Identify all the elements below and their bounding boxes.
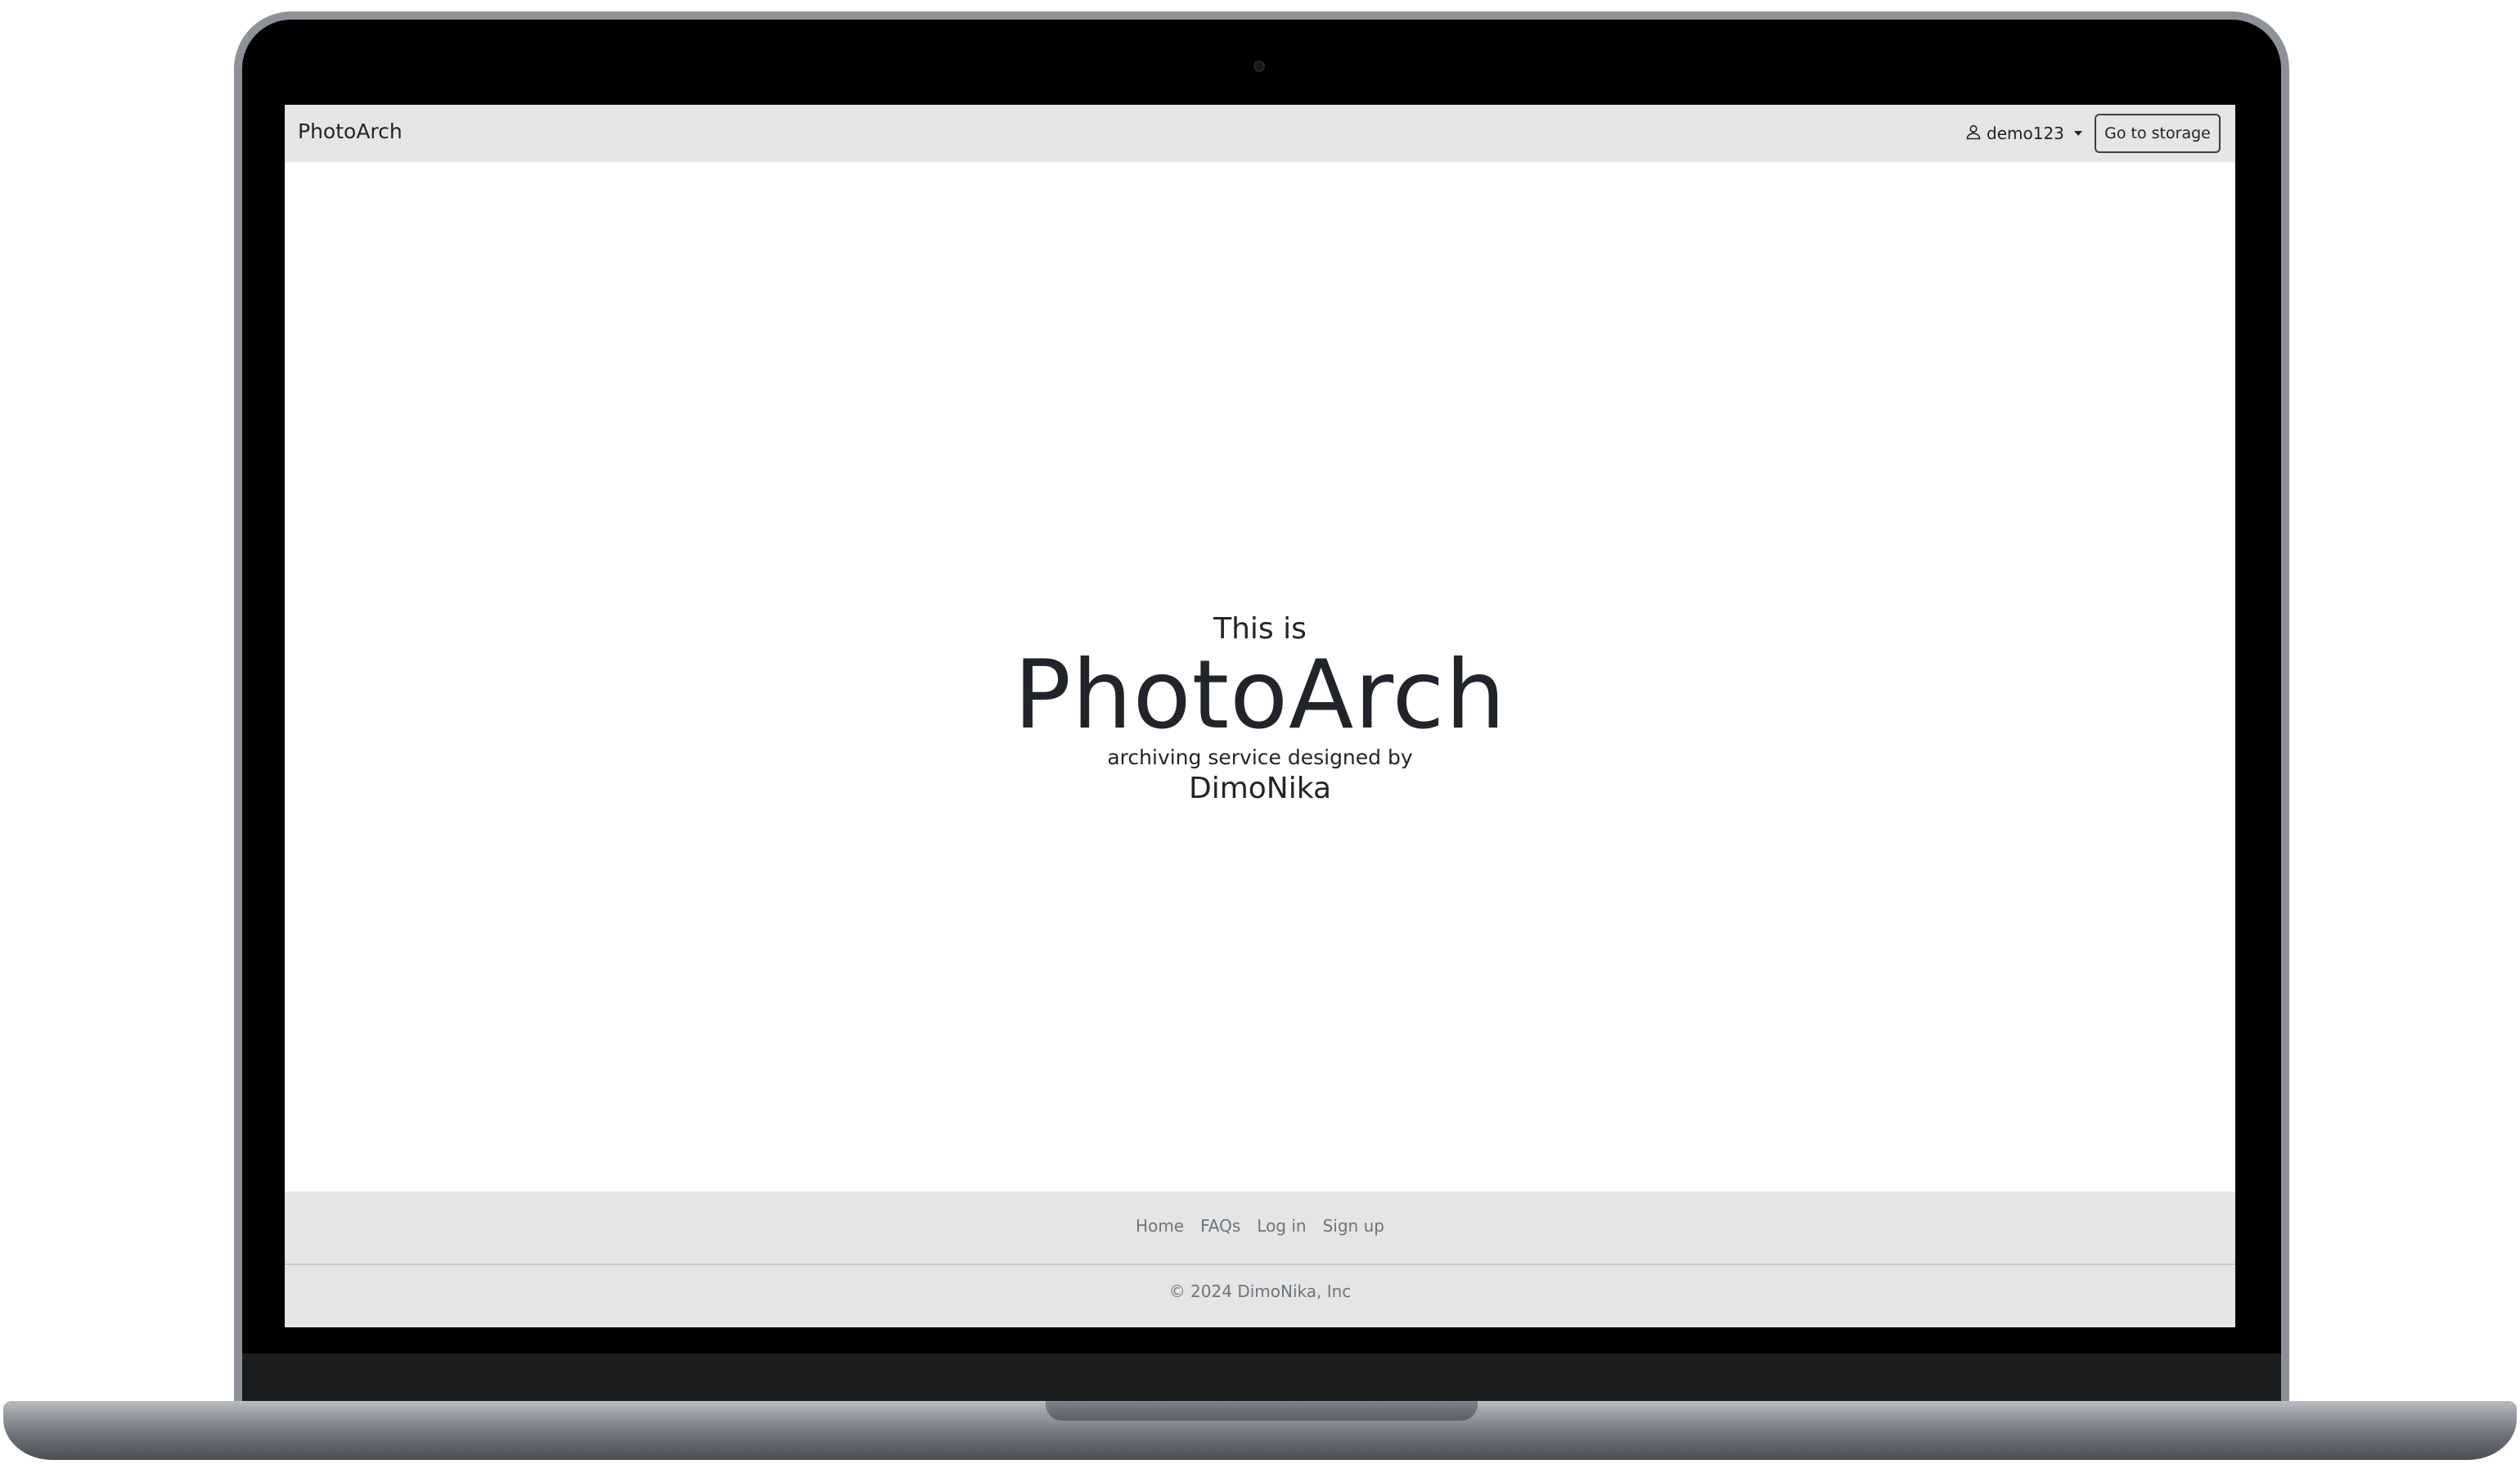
camera-icon	[1253, 61, 1265, 72]
footer: Home FAQs Log in Sign up © 2024 DimoNika…	[285, 1191, 2235, 1327]
hero-section: This is PhotoArch archiving service desi…	[285, 612, 2235, 807]
footer-nav: Home FAQs Log in Sign up	[285, 1216, 2235, 1236]
footer-link-faqs[interactable]: FAQs	[1200, 1216, 1240, 1236]
user-dropdown[interactable]: demo123	[1965, 121, 2082, 146]
go-to-storage-button[interactable]: Go to storage	[2095, 114, 2221, 153]
laptop-mockup: PhotoArch demo123 Go to storage This is …	[0, 0, 2520, 1473]
navbar: PhotoArch demo123 Go to storage	[285, 105, 2235, 162]
person-icon	[1965, 124, 1982, 144]
username-label: demo123	[1987, 124, 2064, 143]
footer-link-login[interactable]: Log in	[1257, 1216, 1306, 1236]
hinge-notch	[1046, 1401, 1478, 1421]
copyright-text: © 2024 DimoNika, Inc	[1168, 1282, 1352, 1301]
caret-down-icon	[2073, 131, 2082, 136]
hero-title: PhotoArch	[1014, 640, 1506, 750]
footer-divider	[285, 1264, 2235, 1265]
footer-link-signup[interactable]: Sign up	[1323, 1216, 1384, 1236]
hero-tagline: archiving service designed by	[1107, 746, 1413, 769]
brand-link[interactable]: PhotoArch	[298, 119, 403, 143]
footer-link-home[interactable]: Home	[1136, 1216, 1184, 1236]
hero-author: DimoNika	[1188, 772, 1332, 805]
bezel-chin	[242, 1354, 2281, 1401]
browser-viewport: PhotoArch demo123 Go to storage This is …	[285, 105, 2235, 1327]
